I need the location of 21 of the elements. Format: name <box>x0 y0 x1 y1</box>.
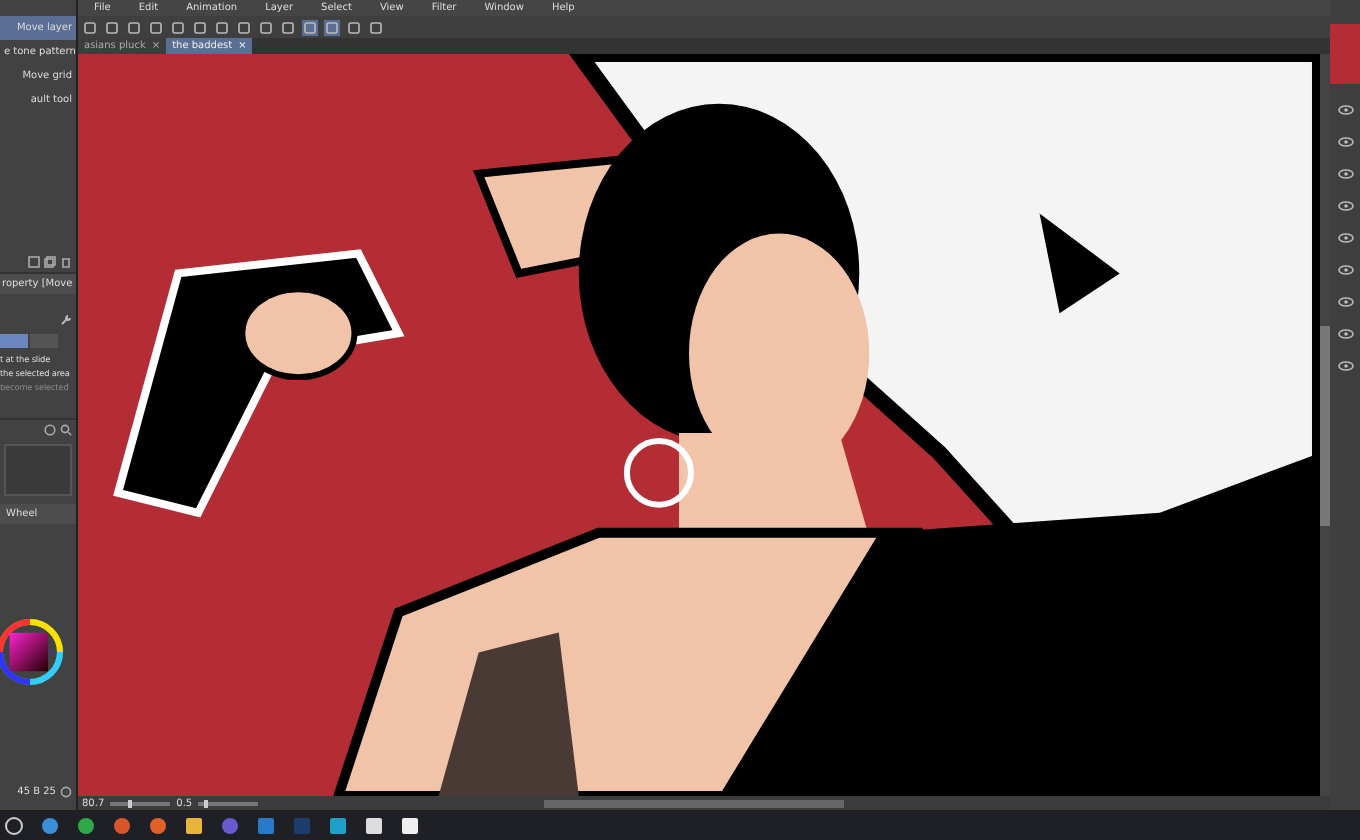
zoom-slider[interactable] <box>128 799 133 807</box>
navigator-preview <box>1330 24 1360 84</box>
eye-icon[interactable] <box>1337 360 1353 372</box>
wrench-icon[interactable] <box>60 314 72 326</box>
eye-icon[interactable] <box>1337 296 1353 308</box>
round-app-icon[interactable] <box>220 815 240 835</box>
eye-icon[interactable] <box>1337 136 1353 148</box>
eye-icon[interactable] <box>1337 200 1353 212</box>
eye-icon[interactable] <box>1337 168 1353 180</box>
zoom-icon[interactable] <box>60 424 72 436</box>
trash-icon[interactable] <box>60 256 72 268</box>
scrollbar[interactable] <box>544 799 845 807</box>
eye-icon[interactable] <box>1337 104 1353 116</box>
rotate-slider[interactable] <box>204 799 209 807</box>
scrollbar[interactable] <box>1320 54 1330 796</box>
eye-icon[interactable] <box>1337 232 1353 244</box>
new-icon[interactable] <box>28 256 40 268</box>
copy-icon[interactable] <box>44 256 56 268</box>
square-app-icon[interactable] <box>184 815 204 835</box>
eye-icon[interactable] <box>1337 328 1353 340</box>
eye-icon[interactable] <box>1337 264 1353 276</box>
